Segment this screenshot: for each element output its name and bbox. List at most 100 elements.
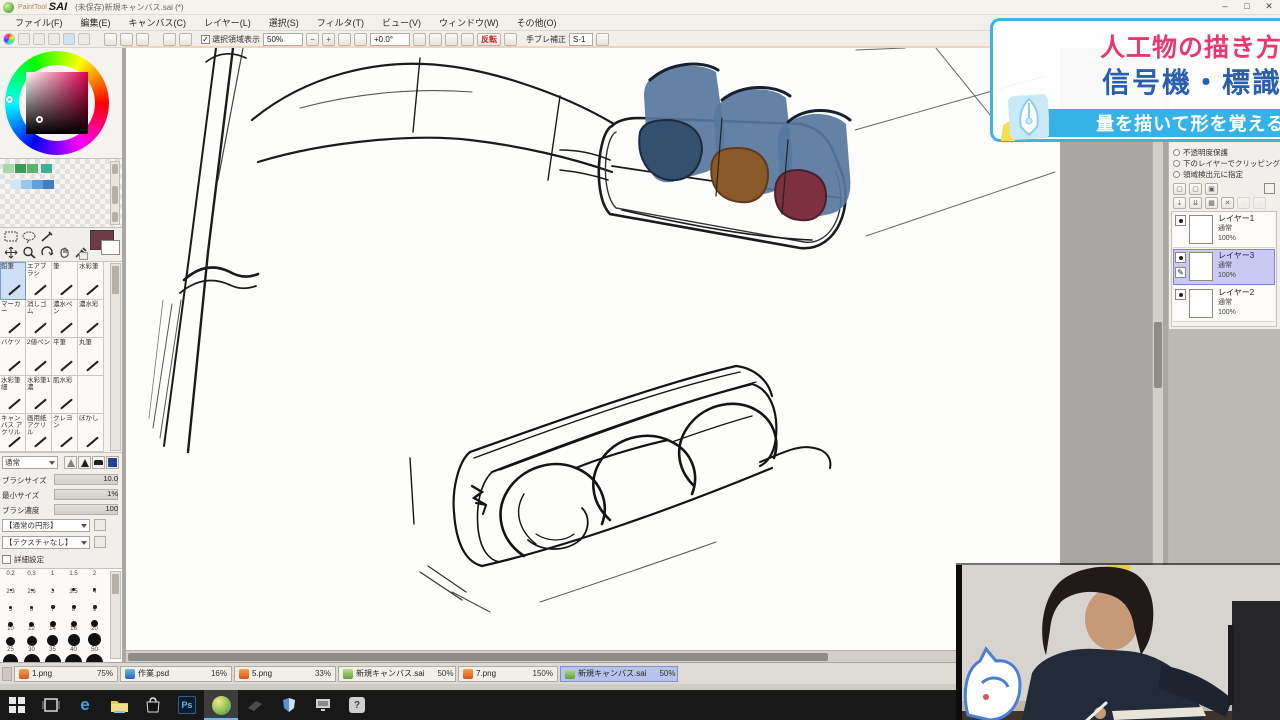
layer-thumbnail[interactable] [1189,289,1213,318]
rgb-slider-toggle-icon[interactable] [18,33,30,45]
brush-airbrush[interactable]: エアブラシ [26,262,52,300]
help-app-button[interactable]: ? [340,690,374,720]
menu-file[interactable]: ファイル(F) [6,15,72,31]
brush-watercolor-fine[interactable]: 水彩筆 細 [0,376,26,414]
move-tool-icon[interactable] [2,245,19,260]
edge-browser-button[interactable]: e [68,690,102,720]
angle-value-field[interactable]: +0.0° [370,33,410,46]
vertical-scroll-thumb[interactable] [1154,322,1162,388]
brush-shape-strength[interactable] [94,519,106,531]
brush-bucket[interactable]: バケツ [0,338,26,376]
layer-thumbnail[interactable] [1189,215,1213,244]
zoom-value-field[interactable]: 50% [263,33,303,46]
preserve-opacity-checkbox[interactable]: 不透明度保護 [1173,147,1280,158]
menu-layer[interactable]: レイヤー(L) [195,15,260,31]
visibility-eye-icon[interactable] [1175,289,1186,300]
rotate-snap-button[interactable] [461,33,474,46]
hue-cursor[interactable] [6,96,13,103]
rotate-ccw-button[interactable] [413,33,426,46]
brush-watercolor-dense[interactable]: 水彩筆1 濃 [26,376,52,414]
selection-display-checkbox[interactable]: ✓ 選択領域表示 [201,34,260,45]
start-button[interactable] [0,690,34,720]
menu-canvas[interactable]: キャンバス(C) [120,15,196,31]
doc-tab-1[interactable]: 1.png75% [14,666,118,682]
zoom-in-button[interactable]: + [322,33,335,46]
brush-flat[interactable]: 平筆 [52,338,78,376]
menu-view[interactable]: ビュー(V) [373,15,430,31]
brush-marker[interactable]: マーカー [0,300,26,338]
doc-tab-3[interactable]: 5.png33% [234,666,336,682]
brush-binary-pen[interactable]: 2値ペン [26,338,52,376]
background-color-swatch[interactable] [101,240,120,255]
undo-button[interactable] [163,33,176,46]
edge-shape-flat-button[interactable] [92,456,105,469]
brush-ink-pen[interactable]: 濃水ペン [52,300,78,338]
store-button[interactable] [136,690,170,720]
canvas[interactable] [126,48,1060,650]
edge-shape-hard-button[interactable] [78,456,91,469]
redo-button[interactable] [179,33,192,46]
maximize-button[interactable]: □ [1240,1,1254,12]
menu-others[interactable]: その他(O) [508,15,566,31]
clipping-group-checkbox[interactable]: 下のレイヤーでクリッピング [1173,158,1280,169]
swatch-blue-2[interactable] [21,180,32,189]
brush-canvas-acrylic[interactable]: キャンバス アクリル [0,414,26,452]
scratchpad-toggle-icon[interactable] [63,33,75,45]
size-preset[interactable]: 30 [21,647,42,662]
swatch-green-2[interactable] [27,164,38,173]
new-layer-folder-button[interactable]: ▣ [1205,183,1218,195]
advanced-settings-toggle[interactable]: 詳細設定 [2,554,44,565]
doc-tab-6-active[interactable]: 新規キャンバス.sai50% [560,666,678,682]
task-view-button[interactable] [34,690,68,720]
size-preset[interactable]: 40 [63,647,84,662]
layer-row-1[interactable]: レイヤー1 通常 100% [1173,212,1275,248]
size-preset[interactable]: 10 [0,626,21,649]
swatch-blue-4[interactable] [43,180,54,189]
saturation-value-square[interactable] [26,72,88,134]
transparent-color-toggle[interactable] [79,252,88,260]
brush-round[interactable]: 丸筆 [78,338,104,376]
picker-toggle-icon[interactable] [78,33,90,45]
brush-eraser[interactable]: 消しゴム [26,300,52,338]
utility-app-button[interactable] [272,690,306,720]
brush-crayon[interactable]: クレヨン [52,414,78,452]
brush-empty-slot[interactable] [78,376,104,414]
swatch-green-light[interactable] [3,164,14,173]
merge-down-button[interactable]: ⇊ [1189,197,1202,209]
new-linework-layer-button[interactable]: ▢ [1189,183,1202,195]
selpen-tool-icon[interactable] [38,229,55,244]
brush-dense-watercolor[interactable]: 濃水彩 [78,300,104,338]
rect-select-tool-icon[interactable] [2,229,19,244]
menu-filter[interactable]: フィルタ(T) [308,15,373,31]
menu-selection[interactable]: 選択(S) [260,15,308,31]
swatch-blue-1[interactable] [10,180,21,189]
horizontal-scroll-thumb[interactable] [128,653,828,661]
edge-shape-square-button[interactable] [106,456,119,469]
layer-row-2-selected[interactable]: ✎ レイヤー3 通常 100% [1173,249,1275,285]
save-button[interactable] [136,33,149,46]
size-preset[interactable]: 25 [0,647,21,662]
swatches-toggle-icon[interactable] [48,33,60,45]
flip-horizontal-button[interactable]: 反転 [477,33,501,46]
brush-texture-strength[interactable] [94,536,106,548]
brush-paper-acrylic[interactable]: 画用紙 アクリル [26,414,52,452]
scratchpad-scrollbar[interactable] [110,161,120,225]
presets-scrollbar[interactable] [110,571,121,659]
menu-window[interactable]: ウィンドウ(W) [430,15,508,31]
visibility-eye-icon[interactable] [1175,252,1186,263]
new-layer-button[interactable]: ▢ [1173,183,1186,195]
rotate-view-tool-icon[interactable] [38,245,55,260]
brush-blend-mode-select[interactable]: 通常 [2,456,58,469]
zoom-fit-button[interactable] [338,33,351,46]
doc-tab-2[interactable]: 作業.psd16% [120,666,232,682]
brush-blur[interactable]: ぼかし [78,414,104,452]
lasso-tool-icon[interactable] [20,229,37,244]
doc-tab-5[interactable]: 7.png150% [458,666,558,682]
size-preset[interactable]: 20 [84,626,105,649]
color-wheel-toggle-icon[interactable] [3,33,15,45]
size-preset[interactable]: 50 [84,647,105,662]
brush-texture-select[interactable]: 【テクスチャなし】 [2,536,90,549]
swatch-teal[interactable] [41,164,52,173]
stabilizer-select[interactable]: S-1 [569,33,593,46]
size-preset[interactable]: 14 [42,626,63,649]
